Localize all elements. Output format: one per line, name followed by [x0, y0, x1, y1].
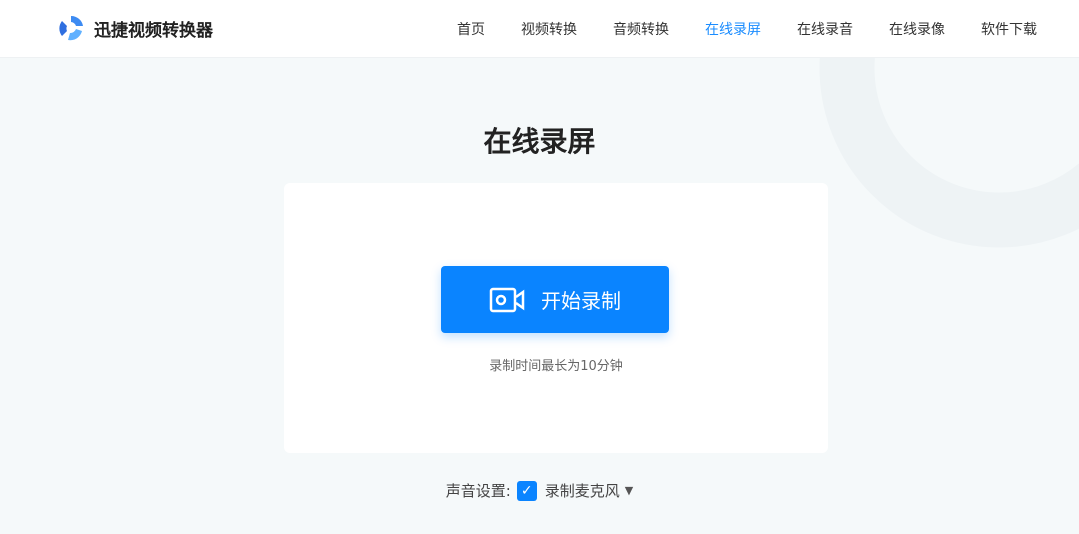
start-record-label: 开始录制	[541, 291, 621, 313]
caret-down-icon[interactable]: ▼	[625, 484, 633, 497]
brand-name: 迅捷视频转换器	[94, 20, 213, 41]
main-nav: 首页 视频转换 音频转换 在线录屏 在线录音 在线录像 软件下载	[421, 19, 1037, 39]
logo[interactable]: 迅捷视频转换器	[56, 13, 213, 43]
nav-video-convert[interactable]: 视频转换	[521, 19, 577, 39]
sound-source-select[interactable]: 录制麦克风	[545, 480, 620, 501]
record-card: 开始录制 录制时间最长为10分钟	[284, 183, 828, 453]
logo-icon	[59, 15, 83, 41]
sound-settings-label: 声音设置:	[445, 482, 511, 500]
record-limit-hint: 录制时间最长为10分钟	[489, 359, 623, 374]
camera-icon	[489, 287, 525, 312]
nav-audio-record[interactable]: 在线录音	[797, 19, 853, 39]
page-title: 在线录屏	[483, 125, 596, 158]
nav-home[interactable]: 首页	[457, 19, 485, 39]
nav-audio-convert[interactable]: 音频转换	[613, 19, 669, 39]
nav-download[interactable]: 软件下载	[981, 19, 1037, 39]
nav-screen-record[interactable]: 在线录屏	[705, 19, 761, 39]
header: 迅捷视频转换器 首页 视频转换 音频转换 在线录屏 在线录音 在线录像 软件下载	[0, 0, 1079, 58]
microphone-checkbox[interactable]: ✓	[516, 480, 537, 501]
nav-video-record[interactable]: 在线录像	[889, 19, 945, 39]
start-record-button[interactable]: 开始录制	[441, 266, 669, 333]
sound-settings: 声音设置: ✓ 录制麦克风 ▼	[0, 480, 1079, 501]
